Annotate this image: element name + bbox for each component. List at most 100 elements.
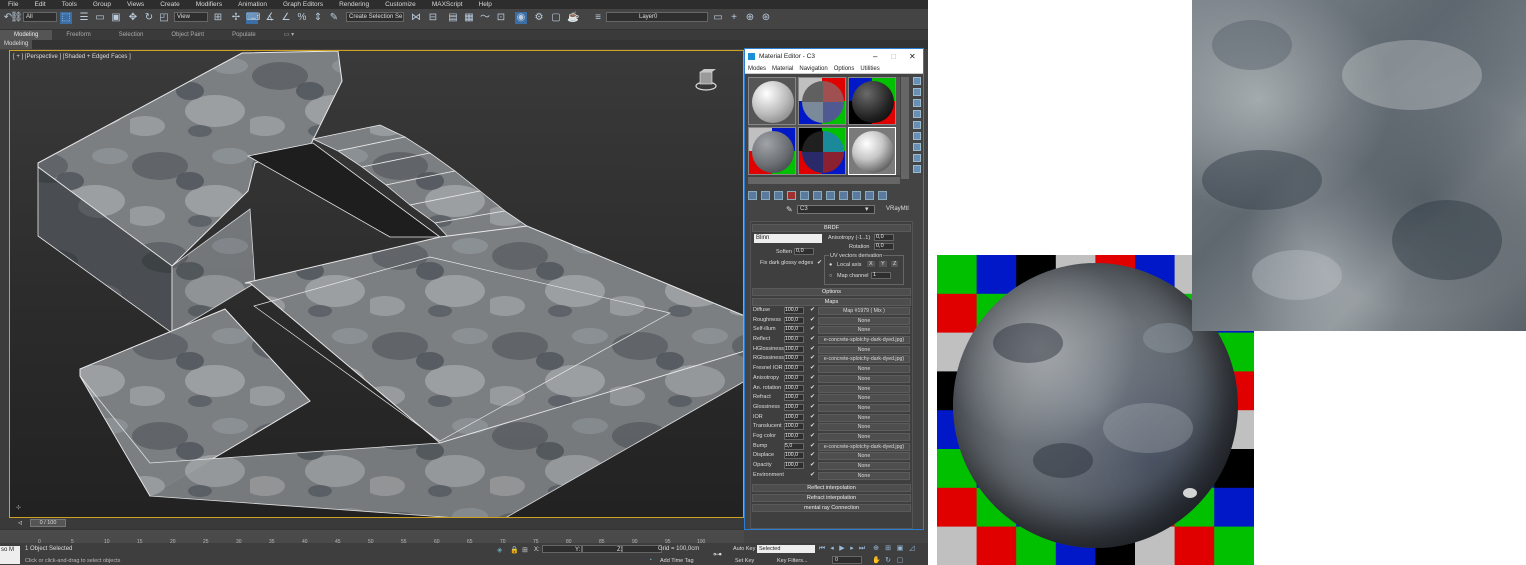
go-to-start-icon[interactable]: ⏮ — [818, 545, 826, 553]
menu-maxscript[interactable]: MAXScript — [424, 0, 471, 9]
keyboard-shortcut-icon[interactable]: ⌨ — [246, 12, 260, 24]
reflect-interpolation-rollout[interactable]: Reflect interpolation — [752, 484, 911, 493]
mirror-icon[interactable]: ⋈ — [410, 12, 422, 24]
menu-customize[interactable]: Customize — [377, 0, 424, 9]
tab-populate[interactable]: Populate — [218, 30, 270, 40]
map-channel-field[interactable]: 1 — [871, 272, 891, 279]
map-enable-checkbox[interactable]: ✔ — [810, 462, 815, 469]
pan-icon[interactable]: ✋ — [872, 557, 881, 565]
absolute-mode-icon[interactable]: ⊞ — [522, 546, 528, 554]
layer-dropdown[interactable]: Layer0 — [606, 12, 708, 22]
make-preview-icon[interactable] — [913, 132, 921, 140]
map-amount-field[interactable]: 100,0 — [784, 384, 804, 392]
backlight-icon[interactable] — [913, 88, 921, 96]
map-amount-field[interactable]: 100,0 — [784, 452, 804, 460]
select-by-material-icon[interactable] — [913, 154, 921, 162]
render-setup-icon[interactable]: ⚙ — [533, 12, 545, 24]
map-amount-field[interactable]: 100,0 — [784, 394, 804, 402]
map-amount-field[interactable]: 100,0 — [784, 374, 804, 382]
map-slot-button[interactable]: None — [818, 365, 910, 374]
named-selection-set-dropdown[interactable]: Create Selection Se — [346, 12, 404, 22]
map-channel-radio[interactable]: ○ — [829, 273, 832, 279]
fix-dark-glossy-checkbox[interactable]: ✔ — [817, 259, 822, 266]
background-icon[interactable] — [913, 99, 921, 107]
map-amount-field[interactable]: 100,0 — [784, 423, 804, 431]
rendered-frame-window-icon[interactable]: ▢ — [550, 12, 562, 24]
map-slot-button[interactable]: e-concrete-splotchy-dark-dyed.jpg) — [818, 355, 910, 364]
map-amount-field[interactable]: 100,0 — [784, 462, 804, 469]
time-slider[interactable]: 0 / 100 — [30, 519, 66, 527]
map-slot-button[interactable]: None — [818, 471, 910, 480]
show-shaded-material-icon[interactable] — [838, 191, 848, 200]
brdf-rollout-header[interactable]: BRDF — [752, 224, 911, 232]
tab-modeling[interactable]: Modeling — [0, 30, 53, 40]
go-to-parent-icon[interactable] — [864, 191, 874, 200]
map-enable-checkbox[interactable]: ✔ — [810, 365, 815, 372]
material-type-button[interactable]: VRayMtl — [886, 205, 920, 214]
angle-snap-icon[interactable]: ∠ — [280, 12, 292, 24]
maxscript-listener-field[interactable]: so M — [0, 546, 20, 564]
map-amount-field[interactable]: 100,0 — [784, 307, 804, 314]
align-icon[interactable]: ⊟ — [427, 12, 439, 24]
menu-utilities[interactable]: Utilities — [857, 64, 882, 73]
refract-interpolation-rollout[interactable]: Refract interpolation — [752, 494, 911, 503]
mental-ray-connection-rollout[interactable]: mental ray Connection — [752, 504, 911, 513]
maps-rollout-header[interactable]: Maps — [752, 298, 911, 306]
perspective-viewport[interactable]: [ + ] [Perspective ] [Shaded + Edged Fac… — [9, 50, 744, 518]
schematic-view-icon[interactable]: ⊡ — [495, 12, 507, 24]
map-amount-field[interactable]: 5,0 — [784, 442, 804, 450]
menu-options[interactable]: Options — [831, 64, 858, 73]
sample-slots-vscroll[interactable] — [901, 77, 909, 179]
map-slot-button[interactable]: None — [818, 452, 910, 461]
map-amount-field[interactable]: 100,0 — [784, 403, 804, 411]
menu-tools[interactable]: Tools — [54, 0, 85, 9]
put-to-scene-icon[interactable] — [760, 191, 770, 200]
close-icon[interactable]: ✕ — [909, 49, 916, 64]
curve-editor-icon[interactable]: 〜 — [479, 12, 491, 24]
isolate-selection-icon[interactable]: ◈ — [497, 546, 502, 554]
menu-modifiers[interactable]: Modifiers — [188, 0, 230, 9]
coord-z-field[interactable] — [622, 545, 662, 553]
select-layer-objects-icon[interactable]: ⊛ — [760, 12, 772, 24]
material-editor-icon[interactable]: ◉ — [515, 12, 527, 24]
map-enable-checkbox[interactable]: ✔ — [810, 336, 815, 343]
options-rollout-header[interactable]: Options — [752, 288, 911, 296]
map-enable-checkbox[interactable]: ✔ — [810, 452, 815, 459]
spinner-snap-icon[interactable]: ⇕ — [312, 12, 324, 24]
map-slot-button[interactable]: None — [818, 316, 910, 325]
material-id-channel-icon[interactable] — [825, 191, 835, 200]
sample-slots-hscroll[interactable] — [748, 177, 900, 184]
percent-snap-icon[interactable]: % — [296, 12, 308, 24]
map-amount-field[interactable]: 100,0 — [784, 316, 804, 324]
link-icon[interactable]: ⛓ — [10, 12, 23, 24]
select-by-name-icon[interactable]: ☰ — [78, 12, 90, 24]
menu-edit[interactable]: Edit — [26, 0, 53, 9]
axis-z-button[interactable]: Z — [891, 261, 899, 267]
maximize-icon[interactable]: □ — [891, 49, 896, 64]
options-icon[interactable] — [913, 143, 921, 151]
snaps-toggle-icon[interactable]: ∡ — [264, 12, 276, 24]
video-color-check-icon[interactable] — [913, 121, 921, 129]
put-to-library-icon[interactable] — [812, 191, 822, 200]
next-frame-icon[interactable]: ▸ — [848, 545, 856, 553]
menu-views[interactable]: Views — [119, 0, 152, 9]
layer-explorer-icon[interactable]: ▤ — [447, 12, 459, 24]
coord-y-field[interactable] — [582, 545, 622, 553]
axis-y-button[interactable]: Y — [879, 261, 887, 267]
menu-animation[interactable]: Animation — [230, 0, 275, 9]
map-enable-checkbox[interactable]: ✔ — [810, 414, 815, 421]
sample-slot[interactable] — [848, 77, 896, 125]
show-end-result-icon[interactable] — [851, 191, 861, 200]
menu-navigation[interactable]: Navigation — [796, 64, 830, 73]
key-icon[interactable]: ⊶ — [713, 549, 722, 560]
map-enable-checkbox[interactable]: ✔ — [810, 355, 815, 362]
map-slot-button[interactable]: None — [818, 384, 910, 393]
reset-map-icon[interactable] — [786, 191, 796, 200]
key-filters-button[interactable]: Key Filters... — [777, 558, 808, 564]
timeline-prev-icon[interactable]: ◃ — [18, 518, 22, 527]
tab-object-paint[interactable]: Object Paint — [157, 30, 218, 40]
add-time-tag[interactable]: Add Time Tag — [660, 558, 694, 564]
minimize-icon[interactable]: – — [873, 49, 877, 64]
time-slider-bar[interactable]: ◃ 0 / 100 — [0, 518, 744, 529]
map-slot-button[interactable]: e-concrete-splotchy-dark-dyed.jpg) — [818, 336, 910, 345]
